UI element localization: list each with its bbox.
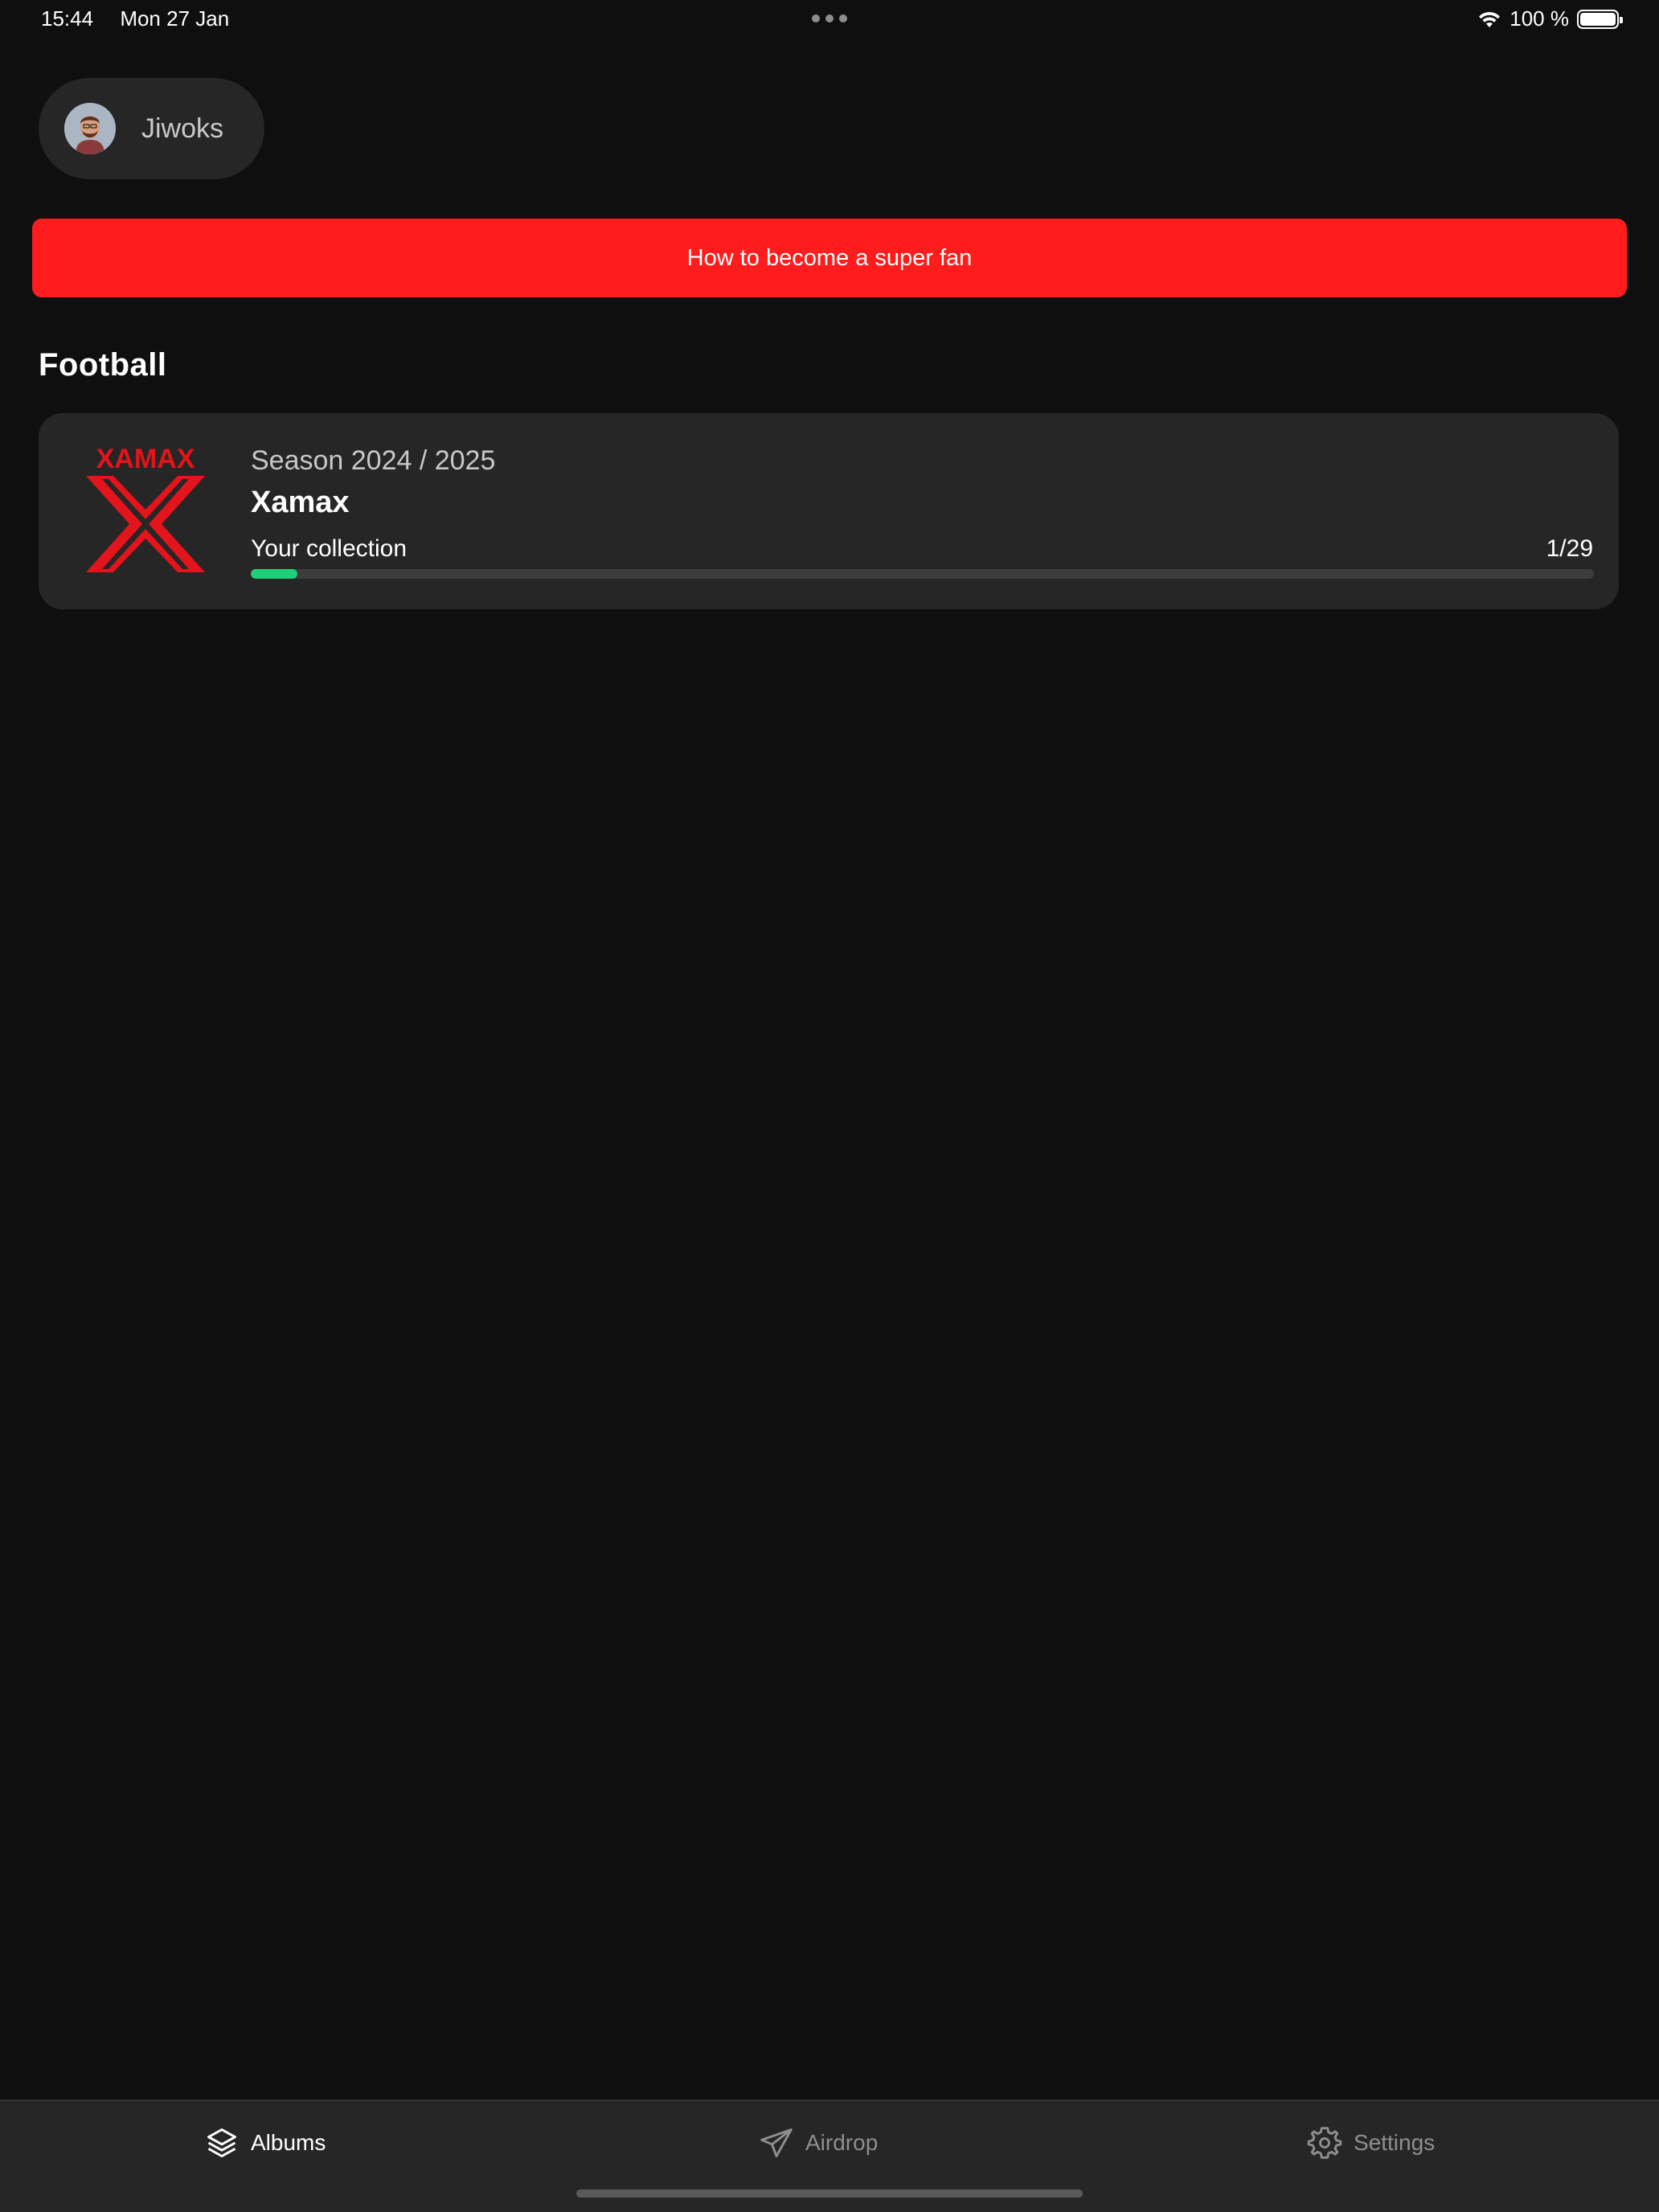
status-date: Mon 27 Jan: [120, 6, 230, 31]
more-dots-icon[interactable]: [812, 14, 847, 23]
status-time: 15:44: [41, 6, 94, 31]
collection-progress-bar: [251, 569, 1594, 579]
tab-settings[interactable]: Settings: [1307, 2125, 1435, 2161]
profile-button[interactable]: Jiwoks: [39, 78, 264, 179]
profile-name: Jiwoks: [141, 113, 224, 144]
paper-plane-icon: [760, 2128, 793, 2157]
album-club-name: Xamax: [251, 485, 350, 519]
status-time-date: 15:44 Mon 27 Jan: [41, 6, 229, 31]
status-indicators: 100 %: [1477, 6, 1623, 31]
club-logo-text: XAMAX: [96, 445, 195, 474]
home-indicator[interactable]: [576, 2189, 1083, 2198]
avatar: [64, 103, 116, 154]
club-logo: XAMAX: [86, 445, 205, 572]
section-title: Football: [39, 347, 167, 383]
tab-settings-label: Settings: [1354, 2130, 1436, 2155]
collection-count: 1/29: [1546, 535, 1593, 562]
app-screen: 15:44 Mon 27 Jan 100 % Jiwoks How to bec…: [0, 0, 1659, 2212]
tab-airdrop-label: Airdrop: [805, 2130, 879, 2155]
battery-level: [1580, 12, 1616, 26]
tab-airdrop[interactable]: Airdrop: [759, 2125, 878, 2161]
gear-icon: [1307, 2127, 1342, 2159]
battery-percentage: 100 %: [1509, 6, 1569, 31]
user-avatar-icon: [64, 103, 116, 154]
album-card[interactable]: XAMAX Season 2024 / 2025 Xamax Your coll…: [39, 413, 1619, 609]
tab-albums[interactable]: Albums: [204, 2125, 326, 2161]
super-fan-banner-button[interactable]: How to become a super fan: [32, 219, 1627, 297]
status-bar: 15:44 Mon 27 Jan 100 %: [0, 0, 1659, 39]
wifi-icon: [1479, 11, 1501, 27]
album-season: Season 2024 / 2025: [251, 445, 496, 476]
tab-albums-label: Albums: [251, 2130, 326, 2155]
collection-progress-fill: [251, 569, 297, 579]
layers-icon: [207, 2128, 236, 2157]
collection-label: Your collection: [251, 535, 408, 562]
battery-icon: [1577, 9, 1623, 29]
